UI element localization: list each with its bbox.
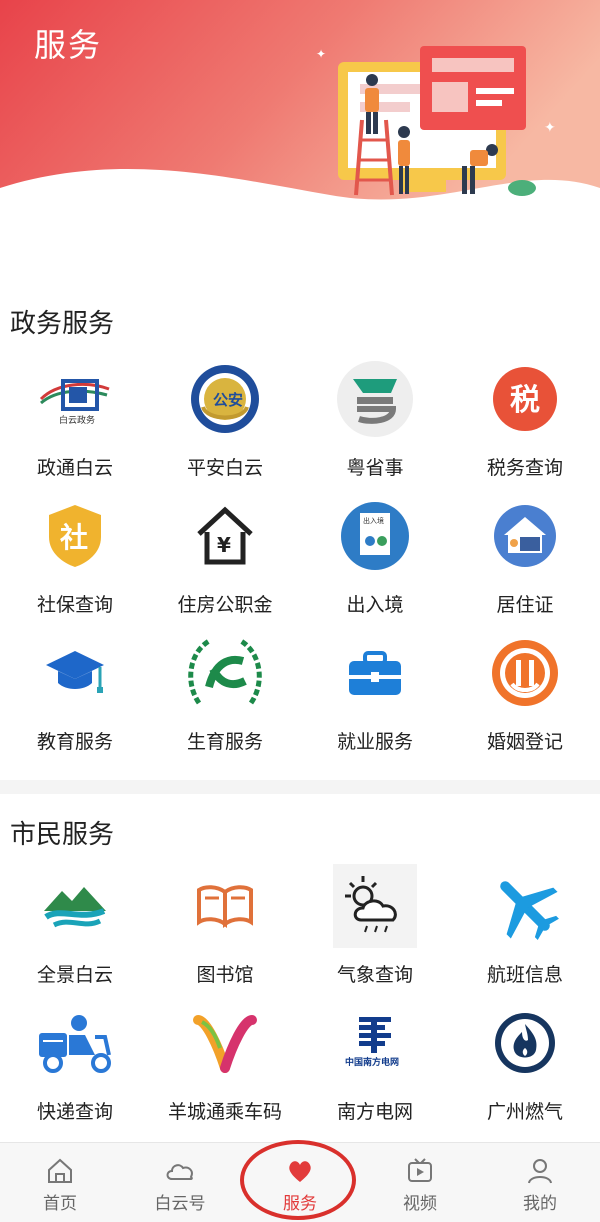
service-label: 居住证: [496, 594, 554, 616]
service-southern-power-grid[interactable]: 中国南方电网 南方电网: [300, 1001, 450, 1138]
service-label: 出入境: [346, 594, 404, 616]
delivery-scooter-icon: [33, 1001, 117, 1085]
yueshengshi-icon: [333, 357, 417, 441]
yangchengtong-icon: [183, 1001, 267, 1085]
home-icon: [48, 1158, 72, 1183]
service-label: 羊城通乘车码: [167, 1101, 282, 1123]
service-label: 社保查询: [36, 594, 113, 616]
service-social-security[interactable]: 社 社保查询: [0, 494, 150, 631]
service-zhengtong-baiyun[interactable]: 白云政务 政通白云: [0, 357, 150, 494]
government-services-section: 政务服务 白云政务 政通白云 公安 平安白云 粤省事 税 税务查询 社 社保查询…: [0, 215, 600, 780]
social-security-icon: 社: [33, 494, 117, 578]
section-title-government: 政务服务: [10, 309, 115, 339]
service-label: 南方电网: [336, 1101, 413, 1123]
immigration-icon: 出入境: [333, 494, 417, 578]
service-label: 气象查询: [336, 964, 413, 986]
baiyun-gov-icon: 白云政务: [33, 357, 117, 441]
tab-mine[interactable]: 我的: [480, 1143, 600, 1222]
residence-permit-icon: [483, 494, 567, 578]
svg-text:社: 社: [60, 521, 88, 554]
service-label: 政通白云: [36, 457, 113, 479]
service-yangchengtong[interactable]: 羊城通乘车码: [150, 1001, 300, 1138]
service-label: 就业服务: [336, 731, 413, 753]
svg-text:税: 税: [510, 383, 540, 418]
weather-icon: [333, 864, 417, 948]
svg-text:出入境: 出入境: [363, 516, 384, 525]
service-housing-fund[interactable]: ¥ 住房公职金: [150, 494, 300, 631]
header-banner: ✦ ✦ 服务: [0, 0, 600, 215]
service-education[interactable]: 教育服务: [0, 631, 150, 768]
tab-video[interactable]: 视频: [360, 1143, 480, 1222]
service-weather[interactable]: 气象查询: [300, 864, 450, 1001]
briefcase-icon: [333, 631, 417, 715]
citizen-services-grid: 全景白云 图书馆 气象查询 航班信息 快递查询 羊城通乘车码 中国南方电网 南方…: [0, 864, 600, 1138]
tab-label: 白云号: [154, 1194, 206, 1214]
service-label: 婚姻登记: [486, 731, 563, 753]
service-express-delivery[interactable]: 快递查询: [0, 1001, 150, 1138]
service-guangzhou-gas[interactable]: 广州燃气: [450, 1001, 600, 1138]
tab-service[interactable]: 服务: [240, 1143, 360, 1222]
birth-service-icon: [183, 631, 267, 715]
service-yueshengshi[interactable]: 粤省事: [300, 357, 450, 494]
service-birth[interactable]: 生育服务: [150, 631, 300, 768]
bottom-tab-bar: 首页 白云号 服务 视频 我的: [0, 1142, 600, 1222]
service-label: 粤省事: [346, 457, 404, 479]
tab-label: 首页: [43, 1194, 77, 1214]
mountain-panorama-icon: [33, 864, 117, 948]
citizen-services-section: 市民服务 全景白云 图书馆 气象查询 航班信息 快递查询 羊城通乘车码 中国南方…: [0, 794, 600, 1142]
service-marriage[interactable]: 婚姻登记: [450, 631, 600, 768]
service-label: 生育服务: [186, 731, 263, 753]
video-icon: [408, 1158, 432, 1182]
user-icon: [528, 1159, 552, 1184]
page-title: 服务: [34, 26, 103, 64]
section-divider: [0, 780, 600, 794]
service-label: 全景白云: [36, 964, 113, 986]
airplane-icon: [483, 864, 567, 948]
svg-text:白云政务: 白云政务: [59, 414, 95, 426]
tab-baiyunhao[interactable]: 白云号: [120, 1143, 240, 1222]
svg-text:公安: 公安: [213, 391, 243, 409]
tax-icon: 税: [483, 357, 567, 441]
housing-fund-icon: ¥: [183, 494, 267, 578]
service-tax-query[interactable]: 税 税务查询: [450, 357, 600, 494]
tab-label: 视频: [403, 1194, 437, 1214]
book-icon: [183, 864, 267, 948]
service-label: 广州燃气: [486, 1101, 563, 1123]
graduation-cap-icon: [33, 631, 117, 715]
power-grid-icon: 中国南方电网: [333, 1001, 417, 1085]
svg-text:中国南方电网: 中国南方电网: [345, 1056, 399, 1068]
svg-text:✦: ✦: [544, 120, 556, 136]
service-residence-permit[interactable]: 居住证: [450, 494, 600, 631]
service-library[interactable]: 图书馆: [150, 864, 300, 1001]
service-label: 航班信息: [486, 964, 563, 986]
service-label: 税务查询: [486, 457, 563, 479]
service-label: 教育服务: [36, 731, 113, 753]
service-pingan-baiyun[interactable]: 公安 平安白云: [150, 357, 300, 494]
police-badge-icon: 公安: [183, 357, 267, 441]
svg-text:¥: ¥: [217, 533, 231, 557]
service-label: 图书馆: [196, 964, 254, 986]
tab-home[interactable]: 首页: [0, 1143, 120, 1222]
service-label: 住房公职金: [177, 594, 273, 616]
service-employment[interactable]: 就业服务: [300, 631, 450, 768]
service-label: 平安白云: [186, 457, 263, 479]
service-flight-info[interactable]: 航班信息: [450, 864, 600, 1001]
svg-text:✦: ✦: [316, 47, 326, 61]
tab-label: 我的: [523, 1194, 557, 1214]
section-title-citizen: 市民服务: [10, 820, 115, 850]
service-immigration[interactable]: 出入境 出入境: [300, 494, 450, 631]
service-label: 快递查询: [36, 1101, 113, 1123]
cloud-icon: [166, 1164, 193, 1180]
tab-label: 服务: [283, 1194, 317, 1214]
heart-icon: [289, 1161, 311, 1182]
service-panorama-baiyun[interactable]: 全景白云: [0, 864, 150, 1001]
marriage-registration-icon: [483, 631, 567, 715]
government-services-grid: 白云政务 政通白云 公安 平安白云 粤省事 税 税务查询 社 社保查询 ¥ 住房…: [0, 357, 600, 768]
gas-flame-icon: [483, 1001, 567, 1085]
